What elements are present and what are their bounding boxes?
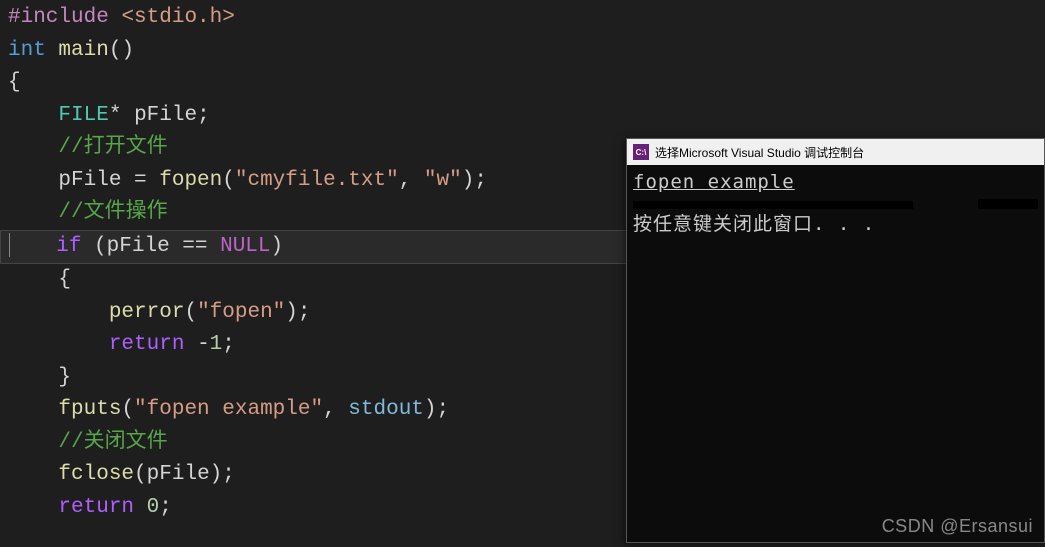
code-line: FILE* pFile;: [8, 100, 620, 133]
number-literal: 1: [210, 333, 223, 356]
keyword-if: if: [56, 235, 81, 258]
keyword-return: return: [109, 333, 185, 356]
keyword-return: return: [58, 496, 134, 519]
comment: //文件操作: [58, 201, 167, 224]
console-line: 按任意键关闭此窗口. . .: [633, 211, 1038, 237]
variable: pFile: [107, 235, 170, 258]
function-call: fclose: [58, 463, 134, 486]
code-line: int main(): [8, 35, 620, 68]
code-line: pFile = fopen("cmyfile.txt", "w");: [8, 165, 620, 198]
debug-console-window[interactable]: C:\ 选择Microsoft Visual Studio 调试控制台 fope…: [626, 138, 1045, 543]
header-file: <stdio.h>: [121, 6, 234, 29]
code-line: {: [8, 264, 620, 297]
type-name: FILE: [58, 104, 108, 127]
code-line: perror("fopen");: [8, 297, 620, 330]
redacted-line: [633, 197, 1038, 211]
variable: pFile: [147, 463, 210, 486]
code-line: }: [8, 362, 620, 395]
string-literal: "fopen": [197, 301, 285, 324]
string-literal: "cmyfile.txt": [235, 169, 399, 192]
comment: //关闭文件: [58, 431, 167, 454]
code-line: fputs("fopen example", stdout);: [8, 394, 620, 427]
function-call: fopen: [159, 169, 222, 192]
string-literal: "w": [424, 169, 462, 192]
code-line-highlighted: if (pFile == NULL): [0, 230, 630, 265]
function-call: perror: [109, 301, 185, 324]
code-line: return -1;: [8, 329, 620, 362]
code-line: //打开文件: [8, 132, 620, 165]
code-line: #include <stdio.h>: [8, 2, 620, 35]
string-literal: "fopen example": [134, 398, 323, 421]
code-line: fclose(pFile);: [8, 459, 620, 492]
identifier: stdout: [348, 398, 424, 421]
console-line: fopen example: [633, 169, 1038, 195]
type-keyword: int: [8, 39, 46, 62]
code-line: return 0;: [8, 492, 620, 525]
console-output: fopen example 按任意键关闭此窗口. . .: [627, 165, 1044, 241]
watermark: CSDN @Ersansui: [882, 516, 1033, 537]
null-constant: NULL: [220, 235, 270, 258]
preprocessor-keyword: #include: [8, 6, 109, 29]
code-editor[interactable]: #include <stdio.h> int main() { FILE* pF…: [0, 0, 620, 547]
function-call: fputs: [58, 398, 121, 421]
code-line: //文件操作: [8, 197, 620, 230]
console-icon: C:\: [633, 144, 649, 160]
variable: pFile: [134, 104, 197, 127]
console-titlebar[interactable]: C:\ 选择Microsoft Visual Studio 调试控制台: [627, 139, 1044, 165]
number-literal: 0: [147, 496, 160, 519]
code-line: {: [8, 67, 620, 100]
console-title: 选择Microsoft Visual Studio 调试控制台: [655, 144, 864, 161]
code-line: //关闭文件: [8, 427, 620, 460]
function-name: main: [58, 39, 108, 62]
comment: //打开文件: [58, 136, 167, 159]
